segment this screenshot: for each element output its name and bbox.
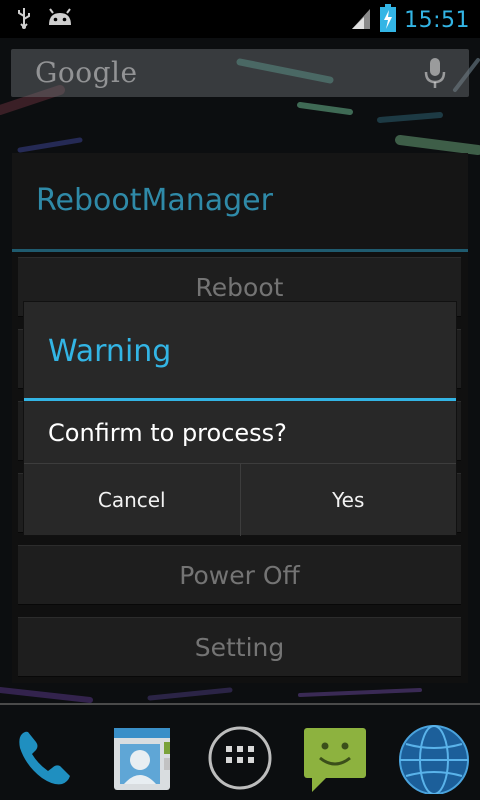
dialog-title: Warning <box>48 334 172 369</box>
phone-icon[interactable] <box>8 718 84 794</box>
cancel-button[interactable]: Cancel <box>24 464 240 536</box>
dock-divider <box>0 703 480 705</box>
dialog-message: Confirm to process? <box>48 419 287 447</box>
status-bar: 15:51 <box>0 0 480 38</box>
android-debug-icon <box>46 7 74 33</box>
dialog-button-bar: Cancel Yes <box>24 463 456 536</box>
warning-dialog: Warning Confirm to process? Cancel Yes <box>24 302 456 536</box>
mic-icon[interactable] <box>423 56 447 94</box>
setting-button[interactable]: Setting <box>18 617 461 677</box>
dialog-title-divider <box>24 398 456 401</box>
power-off-button[interactable]: Power Off <box>18 545 461 605</box>
google-logo[interactable]: Google <box>35 56 138 89</box>
usb-icon <box>16 7 32 33</box>
yes-button[interactable]: Yes <box>239 464 457 536</box>
app-title: RebootManager <box>36 183 273 218</box>
status-time: 15:51 <box>404 7 470 33</box>
messaging-icon[interactable] <box>298 718 374 794</box>
browser-icon[interactable] <box>396 718 472 795</box>
contacts-icon[interactable] <box>104 718 180 794</box>
battery-charging-icon <box>380 4 397 36</box>
app-title-bar: RebootManager <box>12 153 468 252</box>
dock <box>0 712 480 800</box>
all-apps-icon[interactable] <box>202 718 278 794</box>
google-search-bar[interactable]: Google <box>11 49 469 97</box>
signal-icon <box>350 6 372 34</box>
